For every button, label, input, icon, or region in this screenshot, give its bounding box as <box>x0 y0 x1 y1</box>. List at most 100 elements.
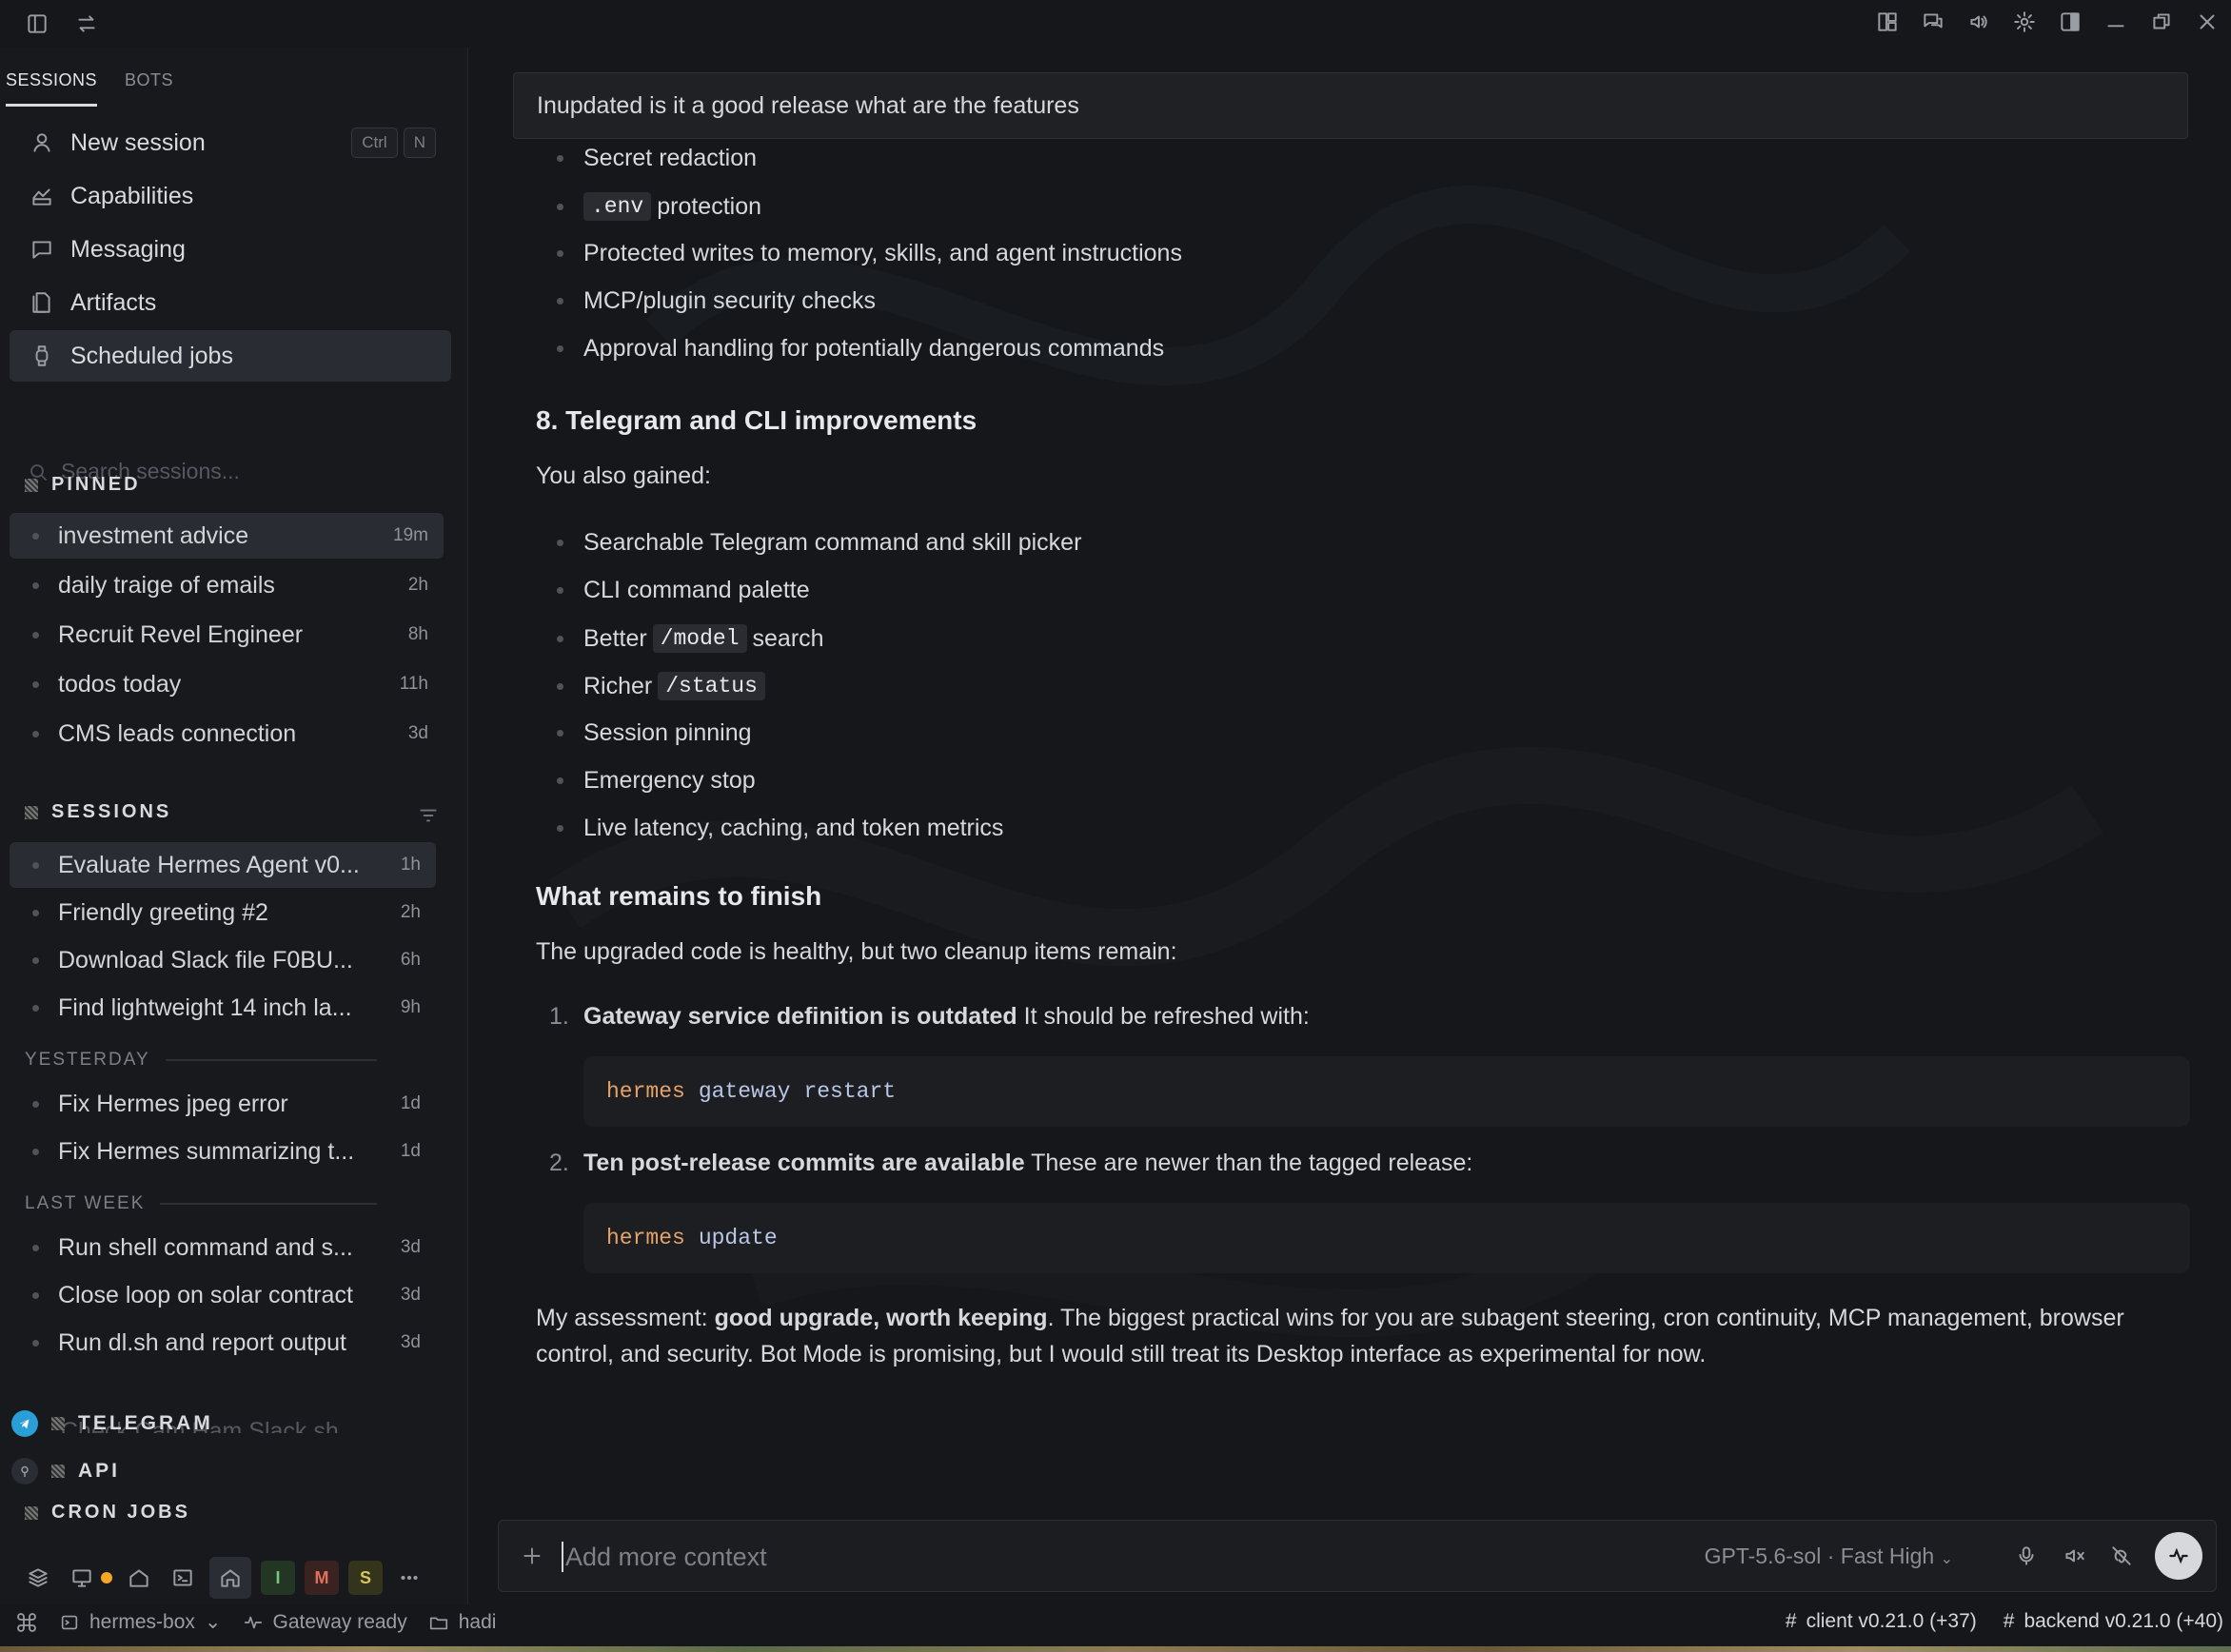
sidebar-item-scheduled-jobs[interactable]: Scheduled jobs <box>10 330 451 382</box>
message-input[interactable]: Add more context <box>562 1542 767 1572</box>
sidebar-item-artifacts[interactable]: Artifacts <box>10 277 451 328</box>
list-item[interactable]: Friendly greeting #2 2h <box>10 890 436 935</box>
minimize-icon[interactable] <box>2102 8 2130 36</box>
list-item: Approval handling for potentially danger… <box>556 335 1165 363</box>
host-name: hermes-box <box>89 1610 195 1633</box>
command-icon[interactable] <box>15 1611 38 1634</box>
group-api[interactable]: API <box>11 1458 120 1485</box>
layout-icon[interactable] <box>1873 8 1902 36</box>
bullet-text: Approval handling for potentially danger… <box>583 335 1165 362</box>
list-item[interactable]: Close loop on solar contract 3d <box>10 1272 436 1318</box>
list-item[interactable]: Download Slack file F0BU... 6h <box>10 937 436 983</box>
list-item[interactable]: Fix Hermes jpeg error 1d <box>10 1081 436 1127</box>
house-outline-icon[interactable] <box>122 1561 156 1595</box>
plus-icon[interactable] <box>518 1542 546 1570</box>
list-item[interactable]: Find lightweight 14 inch la... 9h <box>10 985 436 1031</box>
filter-icon[interactable] <box>414 801 443 830</box>
home-icon[interactable] <box>209 1557 251 1599</box>
workspace-chip-m[interactable]: M <box>305 1561 339 1595</box>
sidebar-item-messaging[interactable]: Messaging <box>10 224 451 275</box>
list-item[interactable]: daily traige of emails 2h <box>10 562 444 608</box>
right-panel-icon[interactable] <box>2056 8 2084 36</box>
workspace-chip-s[interactable]: S <box>348 1561 383 1595</box>
voice-send-button[interactable] <box>2155 1532 2202 1580</box>
group-yesterday-title: YESTERDAY <box>25 1050 150 1070</box>
pinned-header[interactable]: PINNED <box>25 474 141 496</box>
bullet <box>32 956 39 964</box>
list-item: Emergency stop <box>557 767 756 795</box>
step-desc: It should be refreshed with: <box>1017 1003 1310 1030</box>
server-icon <box>59 1612 80 1633</box>
mute-icon[interactable] <box>2060 1542 2088 1570</box>
model-selector[interactable]: GPT-5.6-sol · Fast High ⌄ <box>1705 1544 1953 1569</box>
bullet-text: search <box>752 624 824 652</box>
swap-icon[interactable] <box>72 10 101 38</box>
list-item[interactable]: Run dl.sh and report output 3d <box>10 1320 436 1366</box>
list-item[interactable]: Recruit Revel Engineer 8h <box>10 612 444 658</box>
session-title: Find lightweight 14 inch la... <box>58 993 352 1021</box>
list-item[interactable]: Run shell command and s... 3d <box>10 1225 436 1270</box>
divider <box>165 1059 377 1061</box>
bullet-text: Emergency stop <box>583 767 756 794</box>
list-item[interactable]: CMS leads connection 3d <box>10 711 444 757</box>
close-icon[interactable] <box>2193 8 2221 36</box>
hash-icon: # <box>2003 1610 2015 1632</box>
list-item[interactable]: Fix Hermes summarizing t... 1d <box>10 1129 436 1174</box>
list-item: .env protection <box>556 192 761 221</box>
group-cron-jobs[interactable]: CRON JOBS <box>25 1502 190 1524</box>
code-block[interactable]: hermes update <box>583 1203 2190 1273</box>
group-telegram[interactable]: TELEGRAM <box>11 1410 213 1437</box>
group-icon <box>25 805 38 819</box>
bullet <box>32 909 39 916</box>
layers-icon[interactable] <box>21 1561 55 1595</box>
assessment-paragraph: My assessment: good upgrade, worth keepi… <box>536 1300 2173 1372</box>
list-item[interactable]: Evaluate Hermes Agent v0... 1h <box>10 842 436 888</box>
session-title: CMS leads connection <box>58 719 297 747</box>
session-age: 9h <box>400 997 421 1017</box>
nav-label: Scheduled jobs <box>70 342 233 369</box>
folder-icon <box>428 1612 449 1633</box>
title-bar <box>0 0 2231 48</box>
step-text: Ten post-release commits are available T… <box>583 1150 1472 1177</box>
new-session-shortcut: Ctrl N <box>346 128 436 158</box>
more-icon[interactable] <box>392 1561 426 1595</box>
session-title: Run shell command and s... <box>58 1233 353 1261</box>
sidebar-toggle-icon[interactable] <box>23 10 51 38</box>
workspace-chip-i[interactable]: I <box>261 1561 295 1595</box>
tab-sessions[interactable]: SESSIONS <box>6 70 98 107</box>
inline-code: .env <box>583 192 652 221</box>
telegram-icon <box>11 1410 38 1437</box>
gear-icon[interactable] <box>2010 8 2039 36</box>
session-title: investment advice <box>58 521 249 549</box>
chat-bubbles-icon[interactable] <box>1919 8 1947 36</box>
microphone-icon[interactable] <box>2012 1542 2041 1570</box>
client-version: # client v0.21.0 (+37) <box>1786 1610 1977 1633</box>
bullet <box>32 1291 39 1299</box>
list-item[interactable]: todos today 11h <box>10 661 444 707</box>
new-session-button[interactable]: New session Ctrl N <box>10 117 451 168</box>
host-selector[interactable]: hermes-box ⌄ <box>59 1610 222 1634</box>
code-block[interactable]: hermes gateway restart <box>583 1056 2190 1127</box>
desktop-wallpaper-strip <box>0 1646 2231 1652</box>
session-age: 3d <box>400 1237 421 1257</box>
bullet <box>32 581 39 589</box>
group-icon <box>25 478 38 492</box>
gateway-status: Gateway ready <box>243 1611 407 1634</box>
folder-selector[interactable]: hadi <box>428 1611 496 1634</box>
sidebar-item-capabilities[interactable]: Capabilities <box>10 170 451 222</box>
monitor-icon[interactable] <box>65 1561 99 1595</box>
session-age: 19m <box>393 525 428 545</box>
user-icon <box>29 129 55 156</box>
list-item[interactable]: investment advice 19m <box>10 513 444 559</box>
assessment-pre: My assessment: <box>536 1305 715 1331</box>
volume-icon[interactable] <box>1964 8 1993 36</box>
restore-icon[interactable] <box>2147 8 2176 36</box>
bullet <box>32 532 39 540</box>
no-listen-icon[interactable] <box>2107 1542 2136 1570</box>
terminal-icon[interactable] <box>166 1561 200 1595</box>
sessions-header[interactable]: SESSIONS <box>25 801 171 823</box>
tab-bots[interactable]: BOTS <box>125 70 173 104</box>
group-last-week: LAST WEEK <box>25 1193 377 1214</box>
message-icon <box>29 236 55 263</box>
nav-label: Messaging <box>70 235 186 263</box>
